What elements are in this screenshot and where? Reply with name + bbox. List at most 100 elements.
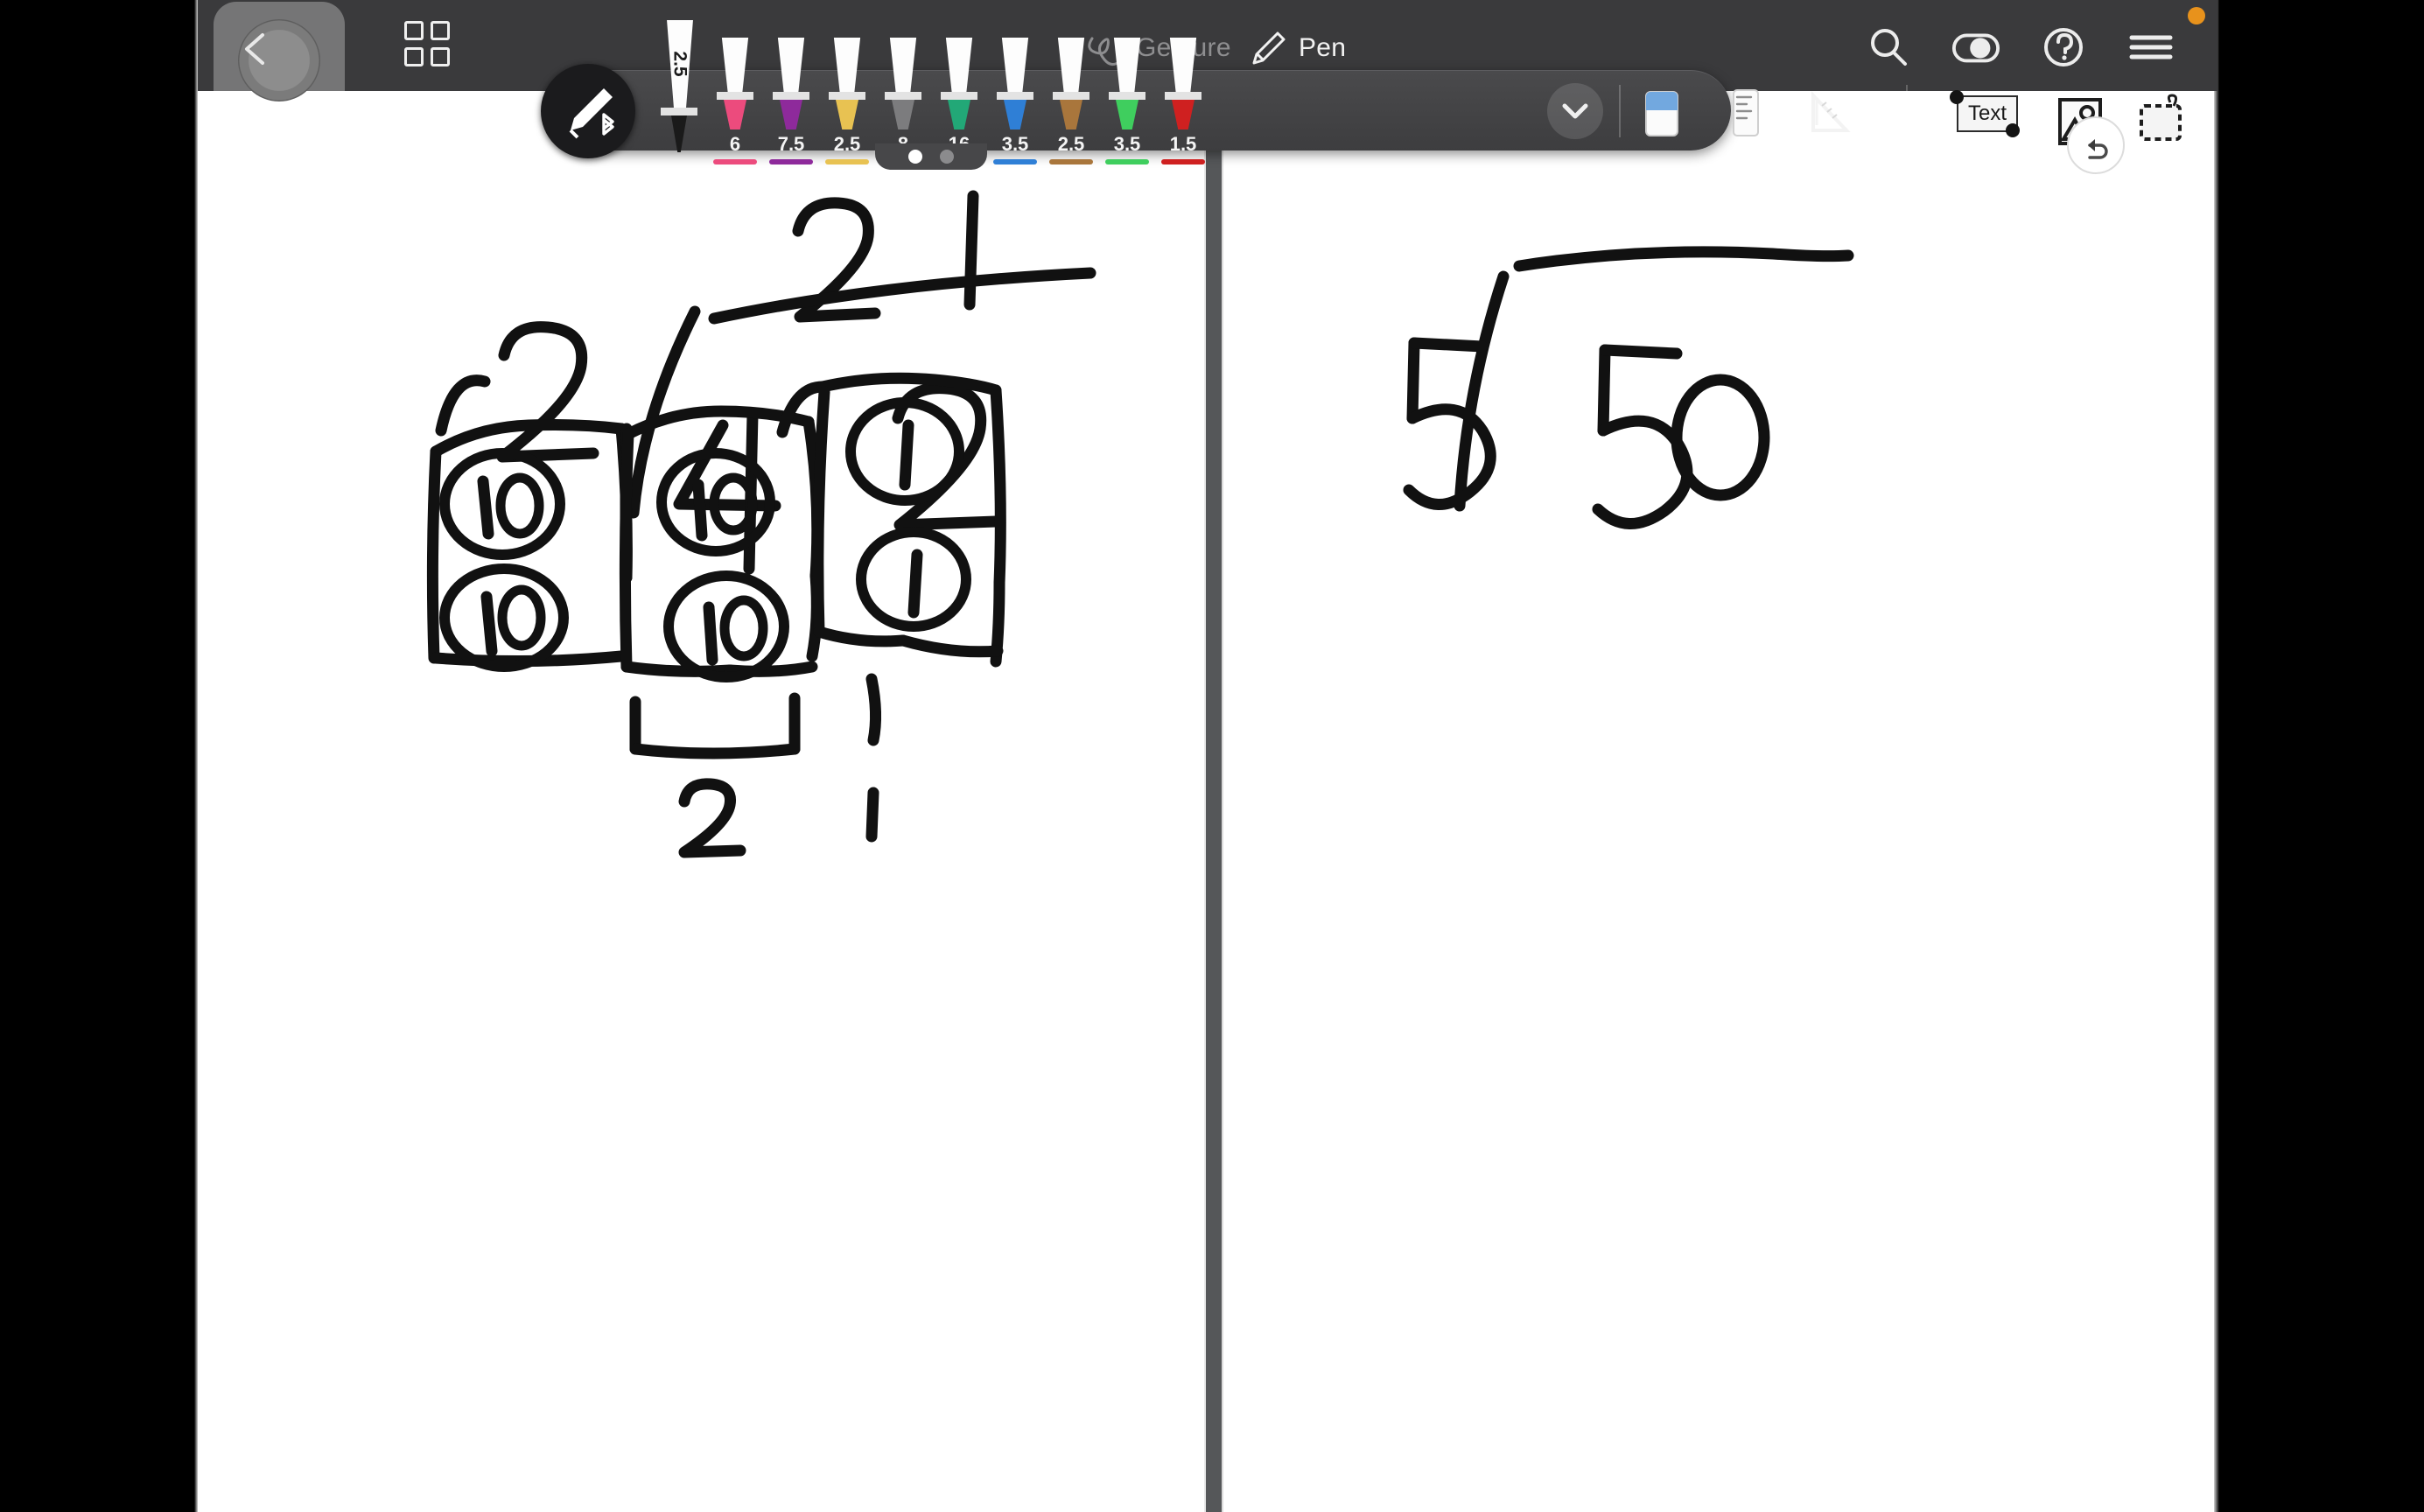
pen-cap	[721, 38, 749, 92]
ruler-icon	[1733, 89, 1759, 136]
pen-nib	[780, 100, 802, 130]
text-handle-icon	[1950, 90, 1964, 104]
pen-color-underline	[993, 159, 1037, 164]
pen-nib	[671, 116, 687, 152]
pen-bluetooth-icon	[569, 88, 614, 139]
pen-body: 2.5	[661, 20, 697, 152]
pen-swatch-1[interactable]: 6	[707, 38, 763, 171]
search-button[interactable]	[1864, 23, 1913, 72]
pen-swatch-0[interactable]: 2.5	[651, 20, 707, 171]
pen-band	[997, 92, 1033, 100]
pen-color-underline	[1161, 159, 1205, 164]
pen-nib	[948, 100, 970, 130]
highlighter-tool-button[interactable]	[1719, 76, 1773, 144]
pen-size-label: 2.5	[833, 133, 861, 155]
topbar-actions	[1864, 23, 2175, 72]
pen-cap	[1113, 38, 1141, 92]
grid-cell-icon	[431, 21, 450, 40]
pen-body	[997, 38, 1033, 130]
text-tool-label: Text	[1967, 102, 2007, 125]
eraser-tool-button[interactable]	[1635, 76, 1689, 144]
pen-color-underline	[713, 159, 757, 164]
pen-size-label: 3.5	[1001, 133, 1029, 155]
active-pen-button[interactable]	[541, 64, 635, 158]
pen-toolbar: 2.567.52.58163.52.53.51.5	[541, 20, 2182, 164]
pen-body	[885, 38, 921, 130]
toolbar-page-indicator[interactable]	[875, 144, 987, 170]
pen-nib	[836, 100, 858, 130]
text-tool-button[interactable]: Text	[1950, 90, 2025, 137]
toolbar-separator	[1619, 85, 1621, 137]
grid-cell-icon	[431, 47, 450, 66]
pen-cap	[945, 38, 973, 92]
search-icon	[1871, 29, 1907, 66]
back-button[interactable]	[205, 0, 345, 133]
pen-size-label: 2.5	[1057, 133, 1085, 155]
pen-swatch-6[interactable]: 3.5	[987, 38, 1043, 171]
pencil-icon	[1252, 32, 1286, 65]
set-square-icon	[1811, 90, 1851, 132]
pen-band	[773, 92, 809, 100]
pen-cap: 2.5	[667, 20, 693, 108]
pen-size-label: 2.5	[669, 51, 690, 77]
lasso-select-icon	[2140, 94, 2182, 141]
pen-size-label: 3.5	[1113, 133, 1141, 155]
pen-cap	[1057, 38, 1085, 92]
pen-swatch-8[interactable]: 3.5	[1099, 38, 1155, 171]
lasso-tool-button[interactable]	[2135, 80, 2189, 148]
page-dot-1[interactable]	[940, 150, 954, 164]
question-circle-icon	[2044, 28, 2083, 66]
pen-swatch-3[interactable]: 2.5	[819, 38, 875, 171]
menu-button[interactable]	[2126, 23, 2175, 72]
pen-nib	[1172, 100, 1194, 130]
pen-swatch-9[interactable]: 1.5	[1155, 38, 1211, 171]
pen-body	[1165, 38, 1201, 130]
page-divider	[1204, 91, 1223, 1512]
page-edge-left	[194, 0, 198, 1512]
theme-toggle-button[interactable]	[1951, 23, 2000, 72]
pen-body	[1053, 38, 1089, 130]
pen-color-underline	[1049, 159, 1093, 164]
undo-button[interactable]	[2067, 116, 2125, 174]
pen-band	[1053, 92, 1089, 100]
collapse-toolbar-button[interactable]	[1547, 83, 1603, 139]
pen-band	[885, 92, 921, 100]
page-edge-right	[2214, 0, 2219, 1512]
pen-band	[1109, 92, 1145, 100]
pen-cap	[1169, 38, 1197, 92]
toolbar-separator	[1906, 85, 1908, 137]
pen-band	[829, 92, 865, 100]
editing-tools	[1635, 76, 1857, 144]
page-dot-0[interactable]	[908, 150, 922, 164]
notification-dot	[2188, 7, 2205, 24]
pen-color-underline	[769, 159, 813, 164]
pen-cap	[777, 38, 805, 92]
pen-cap	[889, 38, 917, 92]
pen-size-label: 1.5	[1169, 133, 1197, 155]
help-button[interactable]	[2039, 23, 2088, 72]
pen-body	[941, 38, 977, 130]
pen-body	[829, 38, 865, 130]
pen-color-underline	[825, 159, 869, 164]
pen-size-label: 6	[729, 133, 741, 155]
app-root: Gesture Pen	[0, 0, 2424, 1512]
pen-nib	[1060, 100, 1082, 130]
hamburger-menu-icon	[2129, 35, 2173, 60]
pen-nib	[1116, 100, 1138, 130]
pen-body	[773, 38, 809, 130]
pen-color-underline	[1105, 159, 1149, 164]
pen-band	[941, 92, 977, 100]
pen-swatch-7[interactable]: 2.5	[1043, 38, 1099, 171]
pen-swatch-2[interactable]: 7.5	[763, 38, 819, 171]
grid-cell-icon	[404, 47, 424, 66]
pen-nib	[892, 100, 914, 130]
pages-grid-button[interactable]	[404, 21, 455, 72]
shape-tool-button[interactable]	[1803, 76, 1857, 144]
pen-cap	[833, 38, 861, 92]
pen-nib	[724, 100, 746, 130]
pen-mode-indicator[interactable]: Pen	[1248, 28, 1346, 68]
pen-body	[1109, 38, 1145, 130]
undo-icon	[2088, 139, 2108, 159]
pen-size-label: 7.5	[777, 133, 805, 155]
text-handle-icon	[2006, 123, 2020, 137]
